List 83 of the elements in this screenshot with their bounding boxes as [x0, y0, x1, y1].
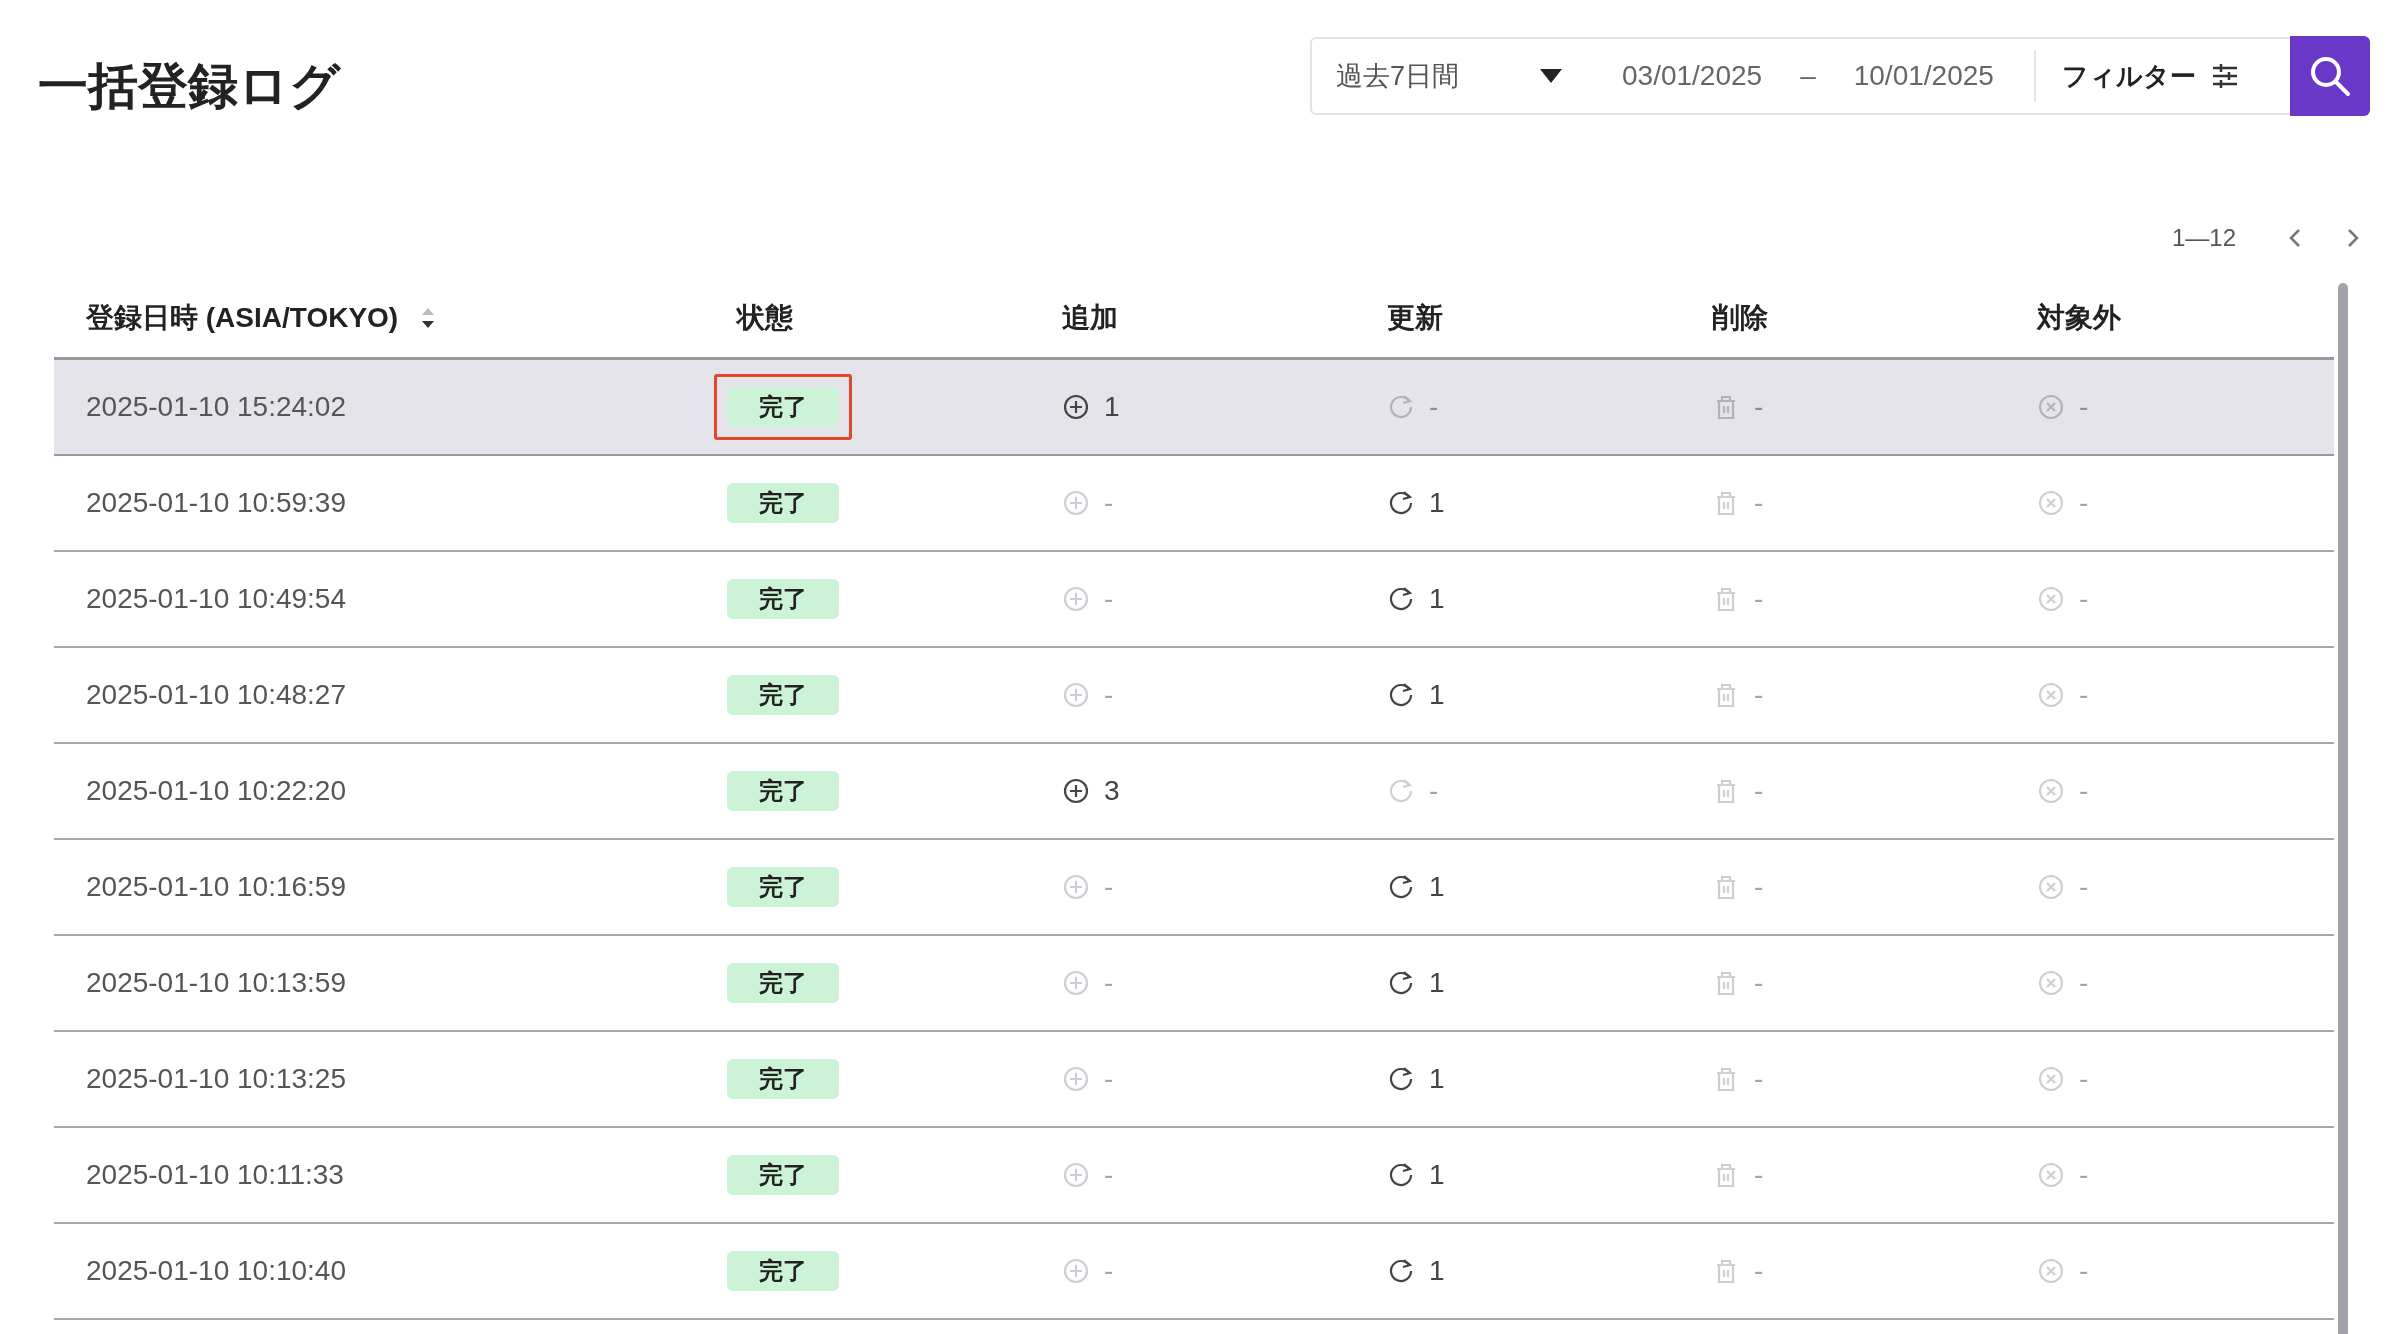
- selected-table-row[interactable]: 2025-01-10 15:24:02 完了 1 - - -: [54, 360, 2334, 456]
- sort-icon: [420, 306, 437, 329]
- count-cell-text: -: [1104, 486, 1114, 520]
- datetime-cell: 2025-01-10 10:13:25: [86, 1063, 346, 1094]
- period-dropdown[interactable]: 過去7日間: [1312, 39, 1582, 113]
- start-date-field[interactable]: 03/01/2025: [1622, 55, 1763, 97]
- count-cell-text: -: [1754, 1158, 1764, 1192]
- count-cell-text: -: [1104, 870, 1114, 904]
- count-cell-text: -: [2079, 1158, 2089, 1192]
- datetime-cell: 2025-01-10 10:13:59: [86, 967, 346, 998]
- scrollbar-thumb[interactable]: [2338, 283, 2348, 1334]
- count-cell-text: 1: [1429, 1254, 1445, 1288]
- datetime-cell: 2025-01-10 10:59:39: [86, 487, 346, 518]
- count-cell-text: -: [1754, 1062, 1764, 1096]
- column-header: 削除: [1712, 300, 1768, 335]
- date-separator: –: [1800, 59, 1816, 93]
- end-date-field[interactable]: 10/01/2025: [1853, 55, 1994, 97]
- datetime-cell: 2025-01-10 10:48:27: [86, 679, 346, 710]
- count-cell-text: 1: [1104, 390, 1120, 424]
- count-cell-text: 1: [1429, 1062, 1445, 1096]
- count-cell-text: -: [1754, 390, 1764, 424]
- status-badge: 完了: [727, 1155, 839, 1195]
- count-cell-text: -: [1104, 678, 1114, 712]
- datetime-cell: 2025-01-10 10:49:54: [86, 583, 346, 614]
- count-cell-text: -: [1754, 966, 1764, 1000]
- chevron-right-icon: [2347, 228, 2359, 248]
- pagination-range: 1—12: [2171, 223, 2236, 253]
- count-cell-text: 1: [1429, 870, 1445, 904]
- datetime-cell: 2025-01-10 10:11:33: [86, 1159, 344, 1190]
- status-badge: 完了: [727, 963, 839, 1003]
- status-badge: 完了: [727, 483, 839, 523]
- datetime-cell: 2025-01-10 10:10:40: [86, 1255, 346, 1286]
- count-cell-text: -: [2079, 1254, 2089, 1288]
- count-cell-text: -: [1104, 1158, 1114, 1192]
- status-badge: 完了: [727, 387, 839, 427]
- status-badge: 完了: [727, 1059, 839, 1099]
- count-cell-text: -: [1429, 774, 1439, 808]
- caret-icon: [1540, 69, 1562, 83]
- count-cell-text: 3: [1104, 774, 1120, 808]
- column-header: 追加: [1062, 300, 1118, 335]
- datetime-cell: 2025-01-10 10:22:20: [86, 775, 346, 806]
- count-cell-text: -: [2079, 774, 2089, 808]
- column-header: 対象外: [2037, 300, 2121, 335]
- column-header: 更新: [1387, 300, 1443, 335]
- page-title: 一括登録ログ: [38, 57, 340, 116]
- datetime-cell: 2025-01-10 15:24:02: [86, 391, 346, 422]
- count-cell-text: -: [1429, 390, 1439, 424]
- count-cell-text: 1: [1429, 582, 1445, 616]
- count-cell-text: 1: [1429, 678, 1445, 712]
- count-cell-text: -: [2079, 1062, 2089, 1096]
- count-cell-text: 1: [1429, 966, 1445, 1000]
- status-badge: 完了: [727, 1251, 839, 1291]
- count-cell-text: -: [1754, 486, 1764, 520]
- status-badge: 完了: [727, 579, 839, 619]
- count-cell-text: -: [1104, 582, 1114, 616]
- status-badge: 完了: [727, 675, 839, 715]
- count-cell-text: -: [2079, 390, 2089, 424]
- count-cell-text: -: [1104, 966, 1114, 1000]
- sliders-icon: [2211, 64, 2238, 88]
- column-header: 状態: [737, 300, 793, 335]
- count-cell-text: 1: [1429, 486, 1445, 520]
- count-cell-text: -: [1754, 870, 1764, 904]
- chevron-left-icon: [2289, 228, 2301, 248]
- status-badge: 完了: [727, 771, 839, 811]
- count-cell-text: -: [1754, 1254, 1764, 1288]
- count-cell-text: -: [1754, 582, 1764, 616]
- datetime-cell: 2025-01-10 10:16:59: [86, 871, 346, 902]
- count-cell-text: -: [2079, 678, 2089, 712]
- count-cell-text: -: [1104, 1254, 1114, 1288]
- count-cell-text: -: [2079, 582, 2089, 616]
- count-cell-text: -: [1754, 774, 1764, 808]
- filter-button[interactable]: フィルター: [2035, 39, 2264, 113]
- status-badge: 完了: [727, 867, 839, 907]
- search-icon: [2309, 55, 2351, 97]
- sortable-column-header[interactable]: 登録日時 (ASIA/TOKYO): [86, 296, 437, 339]
- count-cell-text: -: [1104, 1062, 1114, 1096]
- count-cell-text: -: [2079, 966, 2089, 1000]
- period-label: 過去7日間: [1336, 59, 1460, 93]
- count-cell-text: 1: [1429, 1158, 1445, 1192]
- count-cell-text: -: [1754, 678, 1764, 712]
- count-cell-text: -: [2079, 486, 2089, 520]
- search-button[interactable]: [2290, 36, 2370, 116]
- count-cell-text: -: [2079, 870, 2089, 904]
